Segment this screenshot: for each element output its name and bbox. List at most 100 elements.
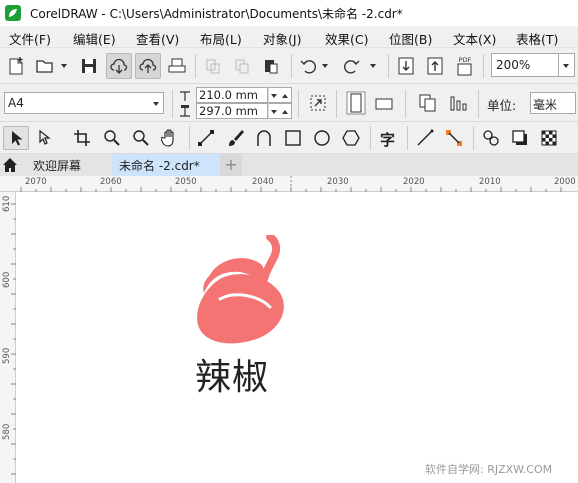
chevron-down-icon	[153, 102, 159, 106]
ruler-label: 2060	[100, 177, 122, 187]
connector-tool-icon[interactable]	[445, 129, 463, 147]
page-options-icon[interactable]	[308, 93, 328, 113]
menu-table[interactable]: 表格(T)	[516, 29, 558, 48]
open-icon[interactable]	[35, 57, 55, 75]
menu-edit[interactable]: 编辑(E)	[73, 29, 116, 48]
toolbar-separator	[405, 90, 406, 118]
page-size-icon	[180, 91, 190, 117]
artistic-media-icon[interactable]	[227, 128, 245, 148]
ruler-label: 2040	[252, 177, 274, 187]
menu-layout[interactable]: 布局(L)	[200, 29, 242, 48]
menu-object[interactable]: 对象(J)	[263, 29, 301, 48]
ruler-label: 600	[2, 271, 12, 288]
current-page-icon[interactable]	[448, 93, 468, 113]
line-tool-icon[interactable]	[416, 129, 434, 147]
add-tab-button[interactable]: +	[220, 154, 242, 176]
toolbar-separator	[483, 54, 484, 78]
menu-text[interactable]: 文本(X)	[453, 29, 496, 48]
menu-view[interactable]: 查看(V)	[136, 29, 179, 48]
toolbar-separator	[291, 54, 292, 78]
polygon-tool-icon[interactable]	[342, 129, 360, 147]
portrait-icon[interactable]	[346, 91, 366, 115]
ellipse-tool-icon[interactable]	[313, 129, 331, 147]
redo-icon[interactable]	[343, 57, 361, 75]
undo-icon[interactable]	[299, 57, 317, 75]
new-document-icon[interactable]	[6, 56, 26, 76]
drawing-canvas[interactable]	[16, 192, 578, 483]
chevron-down-icon	[271, 94, 277, 98]
crop-tool-icon[interactable]	[73, 129, 91, 147]
toolbar-separator	[172, 90, 173, 118]
home-icon[interactable]	[0, 154, 20, 176]
chevron-up-icon	[282, 94, 288, 98]
redo-dropdown-icon[interactable]	[370, 64, 376, 68]
toolbar-separator	[370, 126, 371, 150]
tab-document[interactable]: 未命名 -2.cdr*	[112, 154, 220, 176]
units-select[interactable]: 毫米	[530, 92, 576, 114]
transparency-tool-icon[interactable]	[540, 129, 558, 147]
toolbar-separator	[388, 54, 389, 78]
ruler-label: 2030	[327, 177, 349, 187]
toolbar-separator	[407, 126, 408, 150]
page-width-input[interactable]: 210.0 mm	[196, 87, 268, 103]
coreldraw-logo-icon	[5, 5, 21, 21]
freehand-tool-icon[interactable]	[197, 129, 215, 147]
cloud-download-icon[interactable]	[109, 57, 129, 75]
open-dropdown-icon[interactable]	[61, 64, 67, 68]
bezier-icon[interactable]	[255, 128, 273, 148]
shape-tool-icon[interactable]	[36, 129, 54, 147]
zoom-out-icon[interactable]	[132, 129, 150, 147]
tab-welcome-screen[interactable]: 欢迎屏幕	[20, 154, 112, 176]
ruler-label: 2000	[554, 177, 576, 187]
chevron-up-icon	[282, 110, 288, 114]
vertical-ruler[interactable]: 610 600 590 580	[0, 192, 16, 483]
title-bar: CorelDRAW - C:\Users\Administrator\Docum…	[0, 0, 578, 26]
toolbar-separator	[189, 126, 190, 150]
paste-icon[interactable]	[262, 57, 280, 75]
paper-size-select[interactable]: A4	[4, 92, 164, 114]
export-icon[interactable]	[426, 56, 444, 76]
rectangle-tool-icon[interactable]	[284, 129, 302, 147]
shadow-tool-icon[interactable]	[511, 129, 529, 147]
copy-icon[interactable]	[233, 57, 251, 75]
page-height-input[interactable]: 297.0 mm	[196, 103, 268, 119]
ruler-label: 610	[2, 195, 12, 212]
ruler-label: 2050	[175, 177, 197, 187]
pan-tool-icon[interactable]	[161, 128, 179, 148]
zoom-level-input[interactable]: 200%	[491, 53, 559, 77]
save-icon[interactable]	[80, 57, 98, 75]
ruler-label: 2010	[479, 177, 501, 187]
menu-bitmaps[interactable]: 位图(B)	[389, 29, 432, 48]
toolbar-separator	[478, 90, 479, 118]
units-label: 单位:	[487, 98, 517, 113]
text-tool-icon[interactable]: 字	[380, 129, 395, 150]
watermark-text: 软件自学网: RJZXW.COM	[425, 463, 553, 476]
import-icon[interactable]	[397, 56, 415, 76]
horizontal-ruler[interactable]: 2070 2060 2050 2040 2030 2020 2010 2000	[0, 176, 578, 192]
page-width-spinner[interactable]	[268, 87, 292, 103]
toolbar-separator	[195, 54, 196, 78]
all-pages-icon[interactable]	[418, 93, 438, 113]
chevron-down-icon	[271, 110, 277, 114]
zoom-tool-icon[interactable]	[103, 129, 121, 147]
toolbox: 字	[0, 122, 578, 154]
paper-size-value: A4	[8, 96, 24, 110]
chili-pepper-logo[interactable]	[190, 235, 290, 350]
cut-icon[interactable]	[204, 57, 222, 75]
cloud-upload-icon[interactable]	[138, 57, 158, 75]
pdf-icon[interactable]: PDF	[455, 55, 475, 77]
units-value: 毫米	[533, 98, 558, 112]
ruler-label: 2070	[25, 177, 47, 187]
pick-tool-icon[interactable]	[8, 129, 24, 147]
logo-text[interactable]: 辣椒	[195, 348, 269, 400]
menu-file[interactable]: 文件(F)	[9, 29, 51, 48]
page-height-spinner[interactable]	[268, 103, 292, 119]
menu-effects[interactable]: 效果(C)	[325, 29, 368, 48]
blend-tool-icon[interactable]	[482, 129, 500, 147]
toolbar-separator	[298, 90, 299, 118]
zoom-level-dropdown[interactable]	[559, 53, 575, 77]
landscape-icon[interactable]	[374, 96, 394, 112]
undo-dropdown-icon[interactable]	[322, 64, 328, 68]
ruler-label: 590	[2, 347, 12, 364]
print-icon[interactable]	[167, 57, 187, 75]
